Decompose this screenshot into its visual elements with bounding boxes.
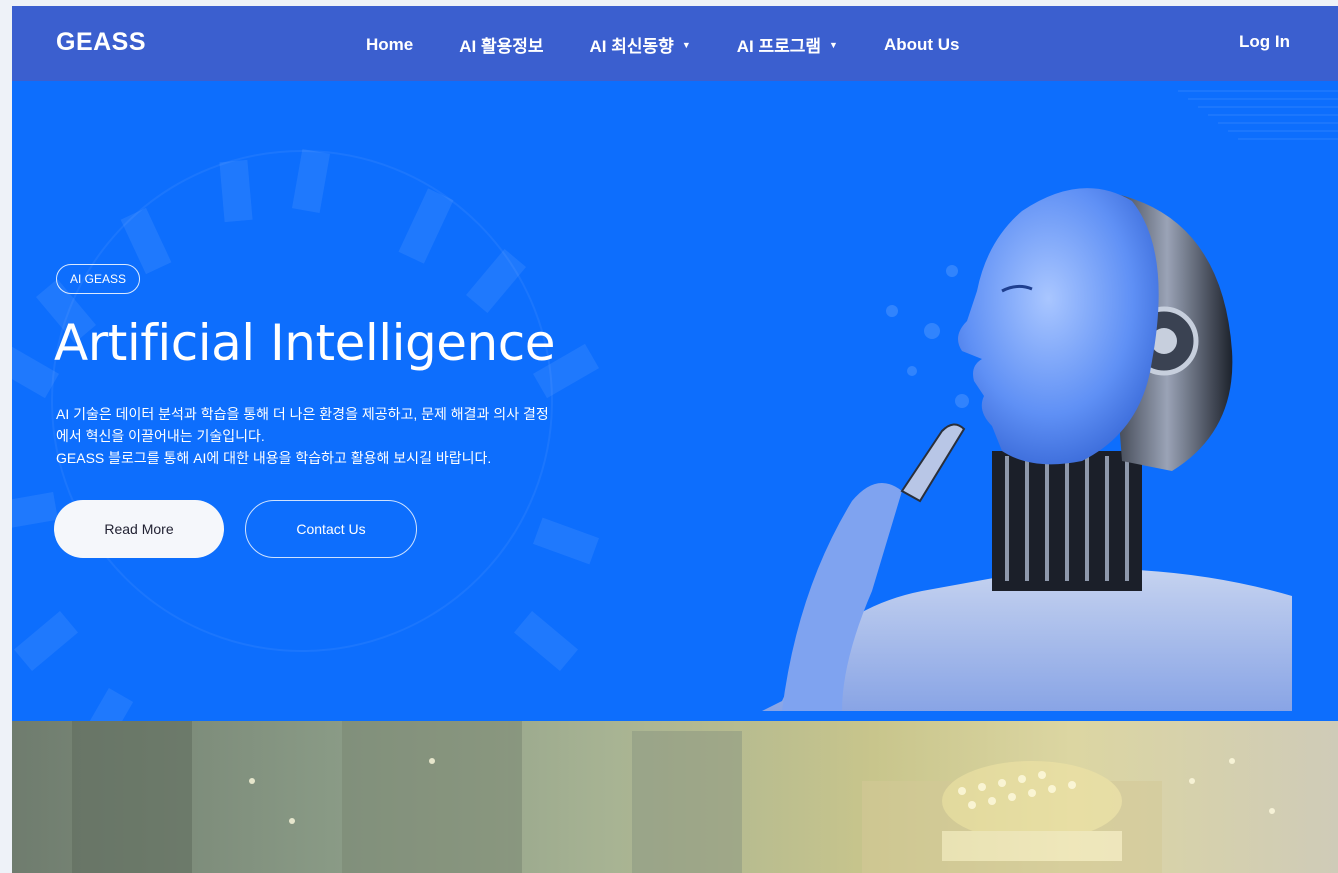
brand-logo[interactable]: GEASS [56, 28, 146, 57]
nav-item-label: AI 최신동향 [589, 37, 674, 56]
hero-section: AI GEASS Artificial Intelligence AI 기술은 … [12, 81, 1338, 721]
nav-menu: Home AI 활용정보 AI 최신동향 ▼ AI 프로그램 ▼ About U… [366, 32, 1006, 57]
nav-item-label: AI 프로그램 [736, 37, 822, 56]
nav-item-home[interactable]: Home [366, 32, 413, 57]
nav-item-label: About Us [883, 34, 960, 54]
contact-us-button[interactable]: Contact Us [245, 500, 417, 558]
login-link[interactable]: Log In [1239, 32, 1290, 52]
nav-item-ai-trends[interactable]: AI 최신동향 ▼ [590, 32, 691, 57]
robot-head-illustration [762, 188, 1292, 711]
nav-item-about[interactable]: About Us [884, 32, 960, 57]
city-background-section [12, 721, 1338, 873]
page-frame: GEASS Home AI 활용정보 AI 최신동향 ▼ AI 프로그램 ▼ A… [12, 6, 1338, 873]
navbar: GEASS Home AI 활용정보 AI 최신동향 ▼ AI 프로그램 ▼ A… [12, 6, 1338, 81]
nav-item-ai-programs[interactable]: AI 프로그램 ▼ [737, 32, 838, 57]
nav-item-ai-info[interactable]: AI 활용정보 [459, 32, 543, 57]
decorative-stripes [1178, 90, 1338, 140]
hero-description-line: GEASS 블로그를 통해 AI에 대한 내용을 학습하고 활용해 보시길 바랍… [56, 450, 492, 466]
hero-badge: AI GEASS [56, 264, 141, 294]
nav-item-label: Home [366, 34, 414, 54]
read-more-button[interactable]: Read More [54, 500, 224, 558]
hero-title: Artificial Intelligence [54, 314, 555, 372]
city-night-image [72, 721, 1275, 873]
hero-description: AI 기술은 데이터 분석과 학습을 통해 더 나은 환경을 제공하고, 문제 … [56, 403, 676, 469]
caret-down-icon: ▼ [829, 39, 838, 50]
hero-description-line: 에서 혁신을 이끌어내는 기술입니다. [56, 428, 265, 444]
caret-down-icon: ▼ [681, 39, 691, 50]
decorative-ring-pattern [12, 149, 599, 721]
nav-item-label: AI 활용정보 [459, 37, 544, 56]
hero-description-line: AI 기술은 데이터 분석과 학습을 통해 더 나은 환경을 제공하고, 문제 … [56, 406, 549, 422]
